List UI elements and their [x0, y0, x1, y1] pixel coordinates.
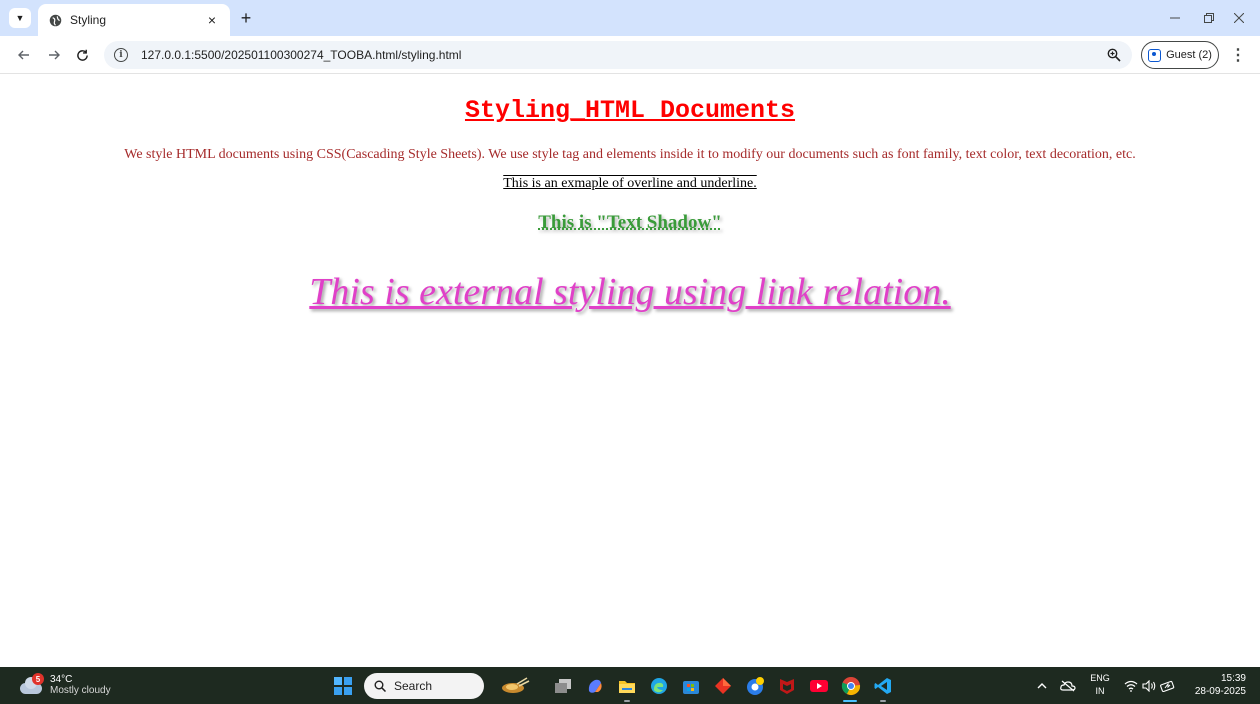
minimize-icon[interactable] — [1164, 8, 1186, 28]
taskbar-search[interactable]: Search — [364, 673, 484, 699]
edge-icon[interactable] — [648, 675, 670, 697]
search-icon — [374, 680, 386, 692]
copilot-icon[interactable] — [498, 675, 532, 697]
tab-title: Styling — [70, 13, 107, 27]
intro-paragraph: We style HTML documents using CSS(Cascad… — [124, 147, 1136, 162]
weather-temperature: 34°C — [50, 674, 73, 685]
restore-icon[interactable] — [1198, 8, 1220, 28]
zoom-icon[interactable] — [1106, 47, 1122, 63]
task-view-icon[interactable] — [552, 675, 574, 697]
mcafee-icon[interactable] — [776, 675, 798, 697]
window-close-icon[interactable] — [1228, 8, 1250, 28]
page-heading: Styling_HTML Documents — [464, 96, 796, 125]
tab-search-button[interactable]: ▼ — [9, 8, 31, 28]
chrome-icon[interactable] — [840, 675, 862, 697]
close-icon[interactable]: × — [204, 12, 220, 28]
file-explorer-icon[interactable] — [616, 675, 638, 697]
edge-copilot-icon[interactable] — [584, 675, 606, 697]
weather-widget[interactable]: 5 34°C Mostly cloudy — [20, 671, 111, 699]
profile-label: Guest (2) — [1166, 49, 1212, 61]
windows-start-icon[interactable] — [334, 677, 352, 695]
reload-icon — [76, 49, 88, 61]
overline-underline-span: This is an exmaple of overline and under… — [503, 176, 757, 191]
volume-icon[interactable] — [1142, 667, 1158, 704]
windows-taskbar: 5 34°C Mostly cloudy Search ENG IN 15:39… — [0, 667, 1260, 704]
url-text[interactable]: 127.0.0.1:5500/202501100300274_TOOBA.htm… — [141, 48, 461, 62]
overline-underline-text: This is an exmaple of overline and under… — [0, 176, 1260, 192]
store-icon[interactable] — [680, 675, 702, 697]
arrow-right-icon — [49, 50, 60, 60]
address-bar[interactable]: i 127.0.0.1:5500/202501100300274_TOOBA.h… — [104, 41, 1132, 69]
clock-date: 28-09-2025 — [1194, 686, 1246, 697]
chevron-up-icon[interactable] — [1036, 667, 1048, 704]
globe-icon — [48, 13, 62, 27]
battery-icon[interactable] — [1160, 667, 1176, 704]
arrow-left-icon — [18, 50, 29, 60]
info-icon[interactable]: i — [114, 48, 128, 62]
profile-icon — [1148, 48, 1162, 62]
language-region: IN — [1095, 686, 1105, 696]
app-diamond-icon[interactable] — [712, 675, 734, 697]
language-indicator[interactable]: ENG IN — [1089, 672, 1111, 698]
chevron-down-icon: ▼ — [15, 13, 25, 23]
reload-button[interactable] — [72, 45, 92, 65]
back-button[interactable] — [14, 45, 34, 65]
browser-tab[interactable]: Styling × — [38, 4, 230, 36]
page-content: Styling_HTML Documents We style HTML doc… — [0, 74, 1260, 667]
browser-tab-strip: ▼ Styling × + — [0, 0, 1260, 36]
browser-toolbar: i 127.0.0.1:5500/202501100300274_TOOBA.h… — [0, 36, 1260, 74]
language-code: ENG — [1090, 673, 1110, 683]
youtube-icon[interactable] — [808, 675, 830, 697]
cloud-offline-icon[interactable] — [1060, 667, 1076, 704]
vscode-icon[interactable] — [872, 675, 894, 697]
weather-badge: 5 — [32, 673, 44, 685]
search-label: Search — [394, 679, 433, 693]
chrome-canary-icon[interactable] — [744, 675, 766, 697]
external-styling-heading: This is external styling using link rela… — [309, 271, 951, 313]
system-clock[interactable]: 15:39 28-09-2025 — [1182, 672, 1246, 698]
weather-description: Mostly cloudy — [50, 685, 111, 696]
cloud-icon: 5 — [20, 673, 44, 695]
more-vertical-icon[interactable]: ⋮ — [1230, 45, 1246, 65]
wifi-icon[interactable] — [1124, 667, 1138, 704]
text-shadow-heading: This is "Text Shadow" — [538, 212, 722, 233]
clock-time: 15:39 — [1220, 673, 1246, 684]
new-tab-button[interactable]: + — [236, 8, 256, 28]
profile-button[interactable]: Guest (2) — [1141, 41, 1219, 69]
forward-button[interactable] — [44, 45, 64, 65]
